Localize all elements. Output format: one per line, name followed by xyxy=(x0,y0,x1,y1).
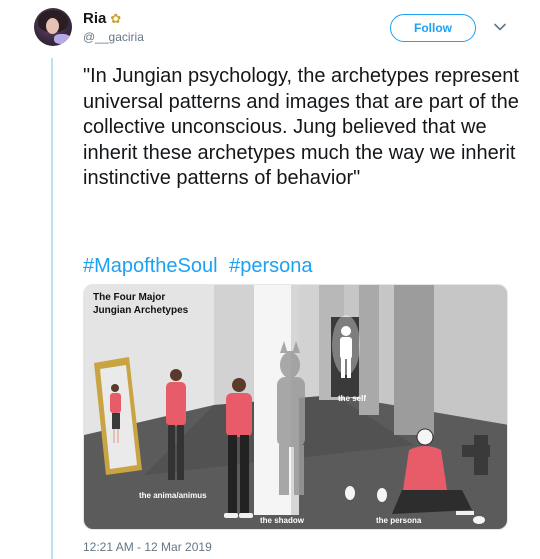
tweet-text: "In Jungian psychology, the archetypes r… xyxy=(83,65,519,189)
follow-button[interactable]: Follow xyxy=(390,14,476,42)
mask xyxy=(377,488,387,502)
media-title-line1: The Four Major xyxy=(93,292,165,303)
mask xyxy=(345,486,355,500)
avatar[interactable] xyxy=(34,8,72,46)
avatar-accent xyxy=(54,34,70,44)
avatar-face xyxy=(46,18,59,34)
user-handle[interactable]: @__gaciria xyxy=(83,30,144,44)
mask xyxy=(473,516,485,524)
hashtag-row: #MapoftheSoul #persona xyxy=(83,254,313,279)
name-row: Ria ✿ xyxy=(83,10,121,27)
label-anima: the anima/animus xyxy=(139,491,207,500)
hashtag-link[interactable]: #MapoftheSoul xyxy=(83,255,218,277)
display-name[interactable]: Ria xyxy=(83,10,106,27)
label-shadow: the shadow xyxy=(260,516,305,525)
hashtag-link[interactable]: #persona xyxy=(229,255,312,277)
flower-icon: ✿ xyxy=(110,11,122,26)
media-title-line2: Jungian Archetypes xyxy=(93,305,189,316)
tweet-media-image[interactable]: The Four Major Jungian Archetypes the an… xyxy=(83,284,508,530)
tweet-timestamp[interactable]: 12:21 AM - 12 Mar 2019 xyxy=(83,540,212,554)
label-self: the self xyxy=(338,394,366,403)
thread-line xyxy=(51,58,53,559)
label-persona: the persona xyxy=(376,516,422,525)
chevron-down-icon[interactable] xyxy=(493,20,507,34)
